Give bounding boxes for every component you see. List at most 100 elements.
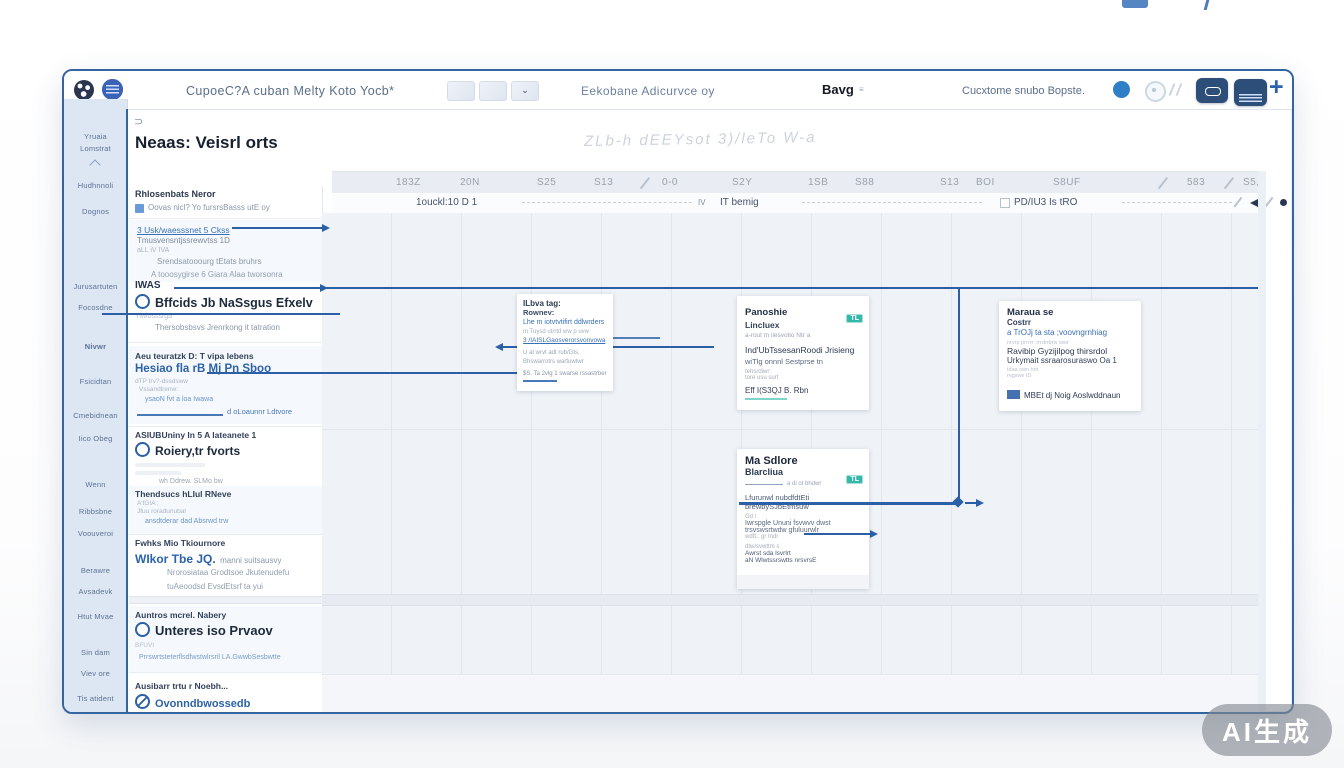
card-footer: MBEt dj Noig Aoslwddnaun — [1024, 391, 1121, 400]
add-button[interactable]: + — [1269, 73, 1284, 102]
chevron-up-icon[interactable] — [89, 159, 100, 170]
sidebar-item[interactable]: Focosdne — [64, 303, 127, 312]
task-meta-line: Vssandlrenw: — [139, 386, 178, 393]
sidebar-item[interactable]: Viev ore — [64, 669, 127, 678]
timeline-phase-label[interactable]: IT bemig — [720, 197, 759, 208]
page: CupoeC?A cuban Melty Koto Yocb* ⌄ Eekoba… — [0, 0, 1344, 768]
task-title[interactable]: Bffcids Jb NaSsgus Efxelv — [155, 296, 313, 310]
sidebar-item[interactable]: Fsicidtan — [64, 377, 127, 386]
top-edge-tab — [1122, 0, 1148, 8]
task-meta-line: tuAeoodsd EvsdEtsrf ta yui — [167, 582, 263, 591]
sidebar-item[interactable]: Wenn — [64, 480, 127, 489]
toggle-off-icon[interactable] — [1145, 81, 1166, 102]
task-meta-link[interactable]: ansdtderar dad Absrwd trw — [145, 518, 228, 525]
task-title-link[interactable]: WIkor Tbe JQ. — [135, 552, 216, 566]
sidebar-item[interactable]: Avsadevk — [64, 587, 127, 596]
toggle-on-icon[interactable] — [1113, 81, 1130, 98]
card-body: Urkymait ssraarosuraswo Oa 1 — [1007, 356, 1133, 365]
canvas-row-separator — [322, 429, 1258, 430]
color-chip — [1007, 390, 1020, 399]
task-status-circle[interactable] — [135, 294, 150, 309]
task-group-label: Thendsucs hLIul RNeve — [135, 489, 231, 499]
sidebar-item[interactable]: Lomstrat — [64, 144, 127, 153]
dependency-arrow — [320, 284, 328, 292]
sidebar-item[interactable]: Iico Obeg — [64, 434, 127, 443]
task-status-circle[interactable] — [135, 442, 150, 457]
card-subtitle: Costrr — [1007, 318, 1133, 327]
divider-slash — [1176, 83, 1183, 96]
placeholder-bar — [135, 463, 205, 467]
task-title-suffix: manni suitsausvy — [220, 556, 281, 565]
sidebar-item[interactable]: Tis atident — [64, 694, 127, 703]
avatar-badge[interactable] — [102, 79, 123, 100]
task-title[interactable]: Unteres iso Prvaov — [155, 623, 273, 638]
sidebar-item[interactable]: Hudhnnoli — [64, 181, 127, 190]
info-button[interactable] — [1234, 79, 1267, 106]
divider-slash — [1169, 83, 1176, 96]
menu-caret-icon: ≡ — [859, 85, 864, 94]
card-meta: rvgswe ID — [1007, 373, 1133, 379]
timeline-milestone-label[interactable]: PD/IU3 Is tRO — [1014, 197, 1077, 208]
panel-separator — [129, 218, 322, 219]
panel-separator — [129, 534, 322, 535]
scrollbar[interactable] — [1258, 171, 1266, 712]
canvas-bottom-strip — [322, 674, 1258, 712]
sidebar-item[interactable]: Dognos — [64, 207, 127, 216]
panel-separator — [129, 342, 322, 343]
timeline-card[interactable]: Ma Sdlore Blarcliua a di ot bhdwr TL Lfu… — [737, 449, 869, 589]
card-link[interactable]: 3 /IAISLGaosverorsvonvowa — [523, 337, 607, 344]
timeline-card[interactable]: Maraua se Costrr a TrOJj ta sta ;voovngr… — [999, 301, 1141, 411]
dependency-arrow — [870, 530, 878, 538]
sidebar-item[interactable]: Yruaia — [64, 132, 127, 141]
customized-reports-label[interactable]: Cucxtome snubo Bopste. — [962, 85, 1085, 97]
task-link[interactable]: 3 Usk/waesssnet 5 Ckss — [137, 225, 230, 235]
canvas-section-band — [322, 594, 1258, 606]
card-body: Iwrspgle Ununi fsvwvv dwst — [745, 520, 861, 527]
task-meta-link[interactable]: ysaoN fvt a loa Iwawa — [145, 396, 213, 403]
task-group-label: Aeu teuratzk D: T vipa lebens — [135, 351, 254, 361]
sidebar-item[interactable]: Cmebidnean — [64, 411, 127, 420]
task-group-label: Rhlosenbats Neror — [135, 189, 216, 199]
menu-dropdown[interactable]: Bavg — [822, 82, 854, 97]
card-link[interactable]: a TrOJj ta sta ;voovngrnhiag — [1007, 328, 1133, 337]
timeline-tick: S13 — [940, 177, 959, 188]
sidebar-item[interactable]: Jurusartuten — [64, 282, 127, 291]
dependency-line — [607, 337, 660, 339]
timeline-range-label[interactable]: 1ouckl:10 D 1 — [416, 197, 477, 208]
sidebar-item[interactable]: Voouveroi — [64, 529, 127, 538]
task-group-label: Auntros mcrel. Nabery — [135, 610, 226, 620]
sidebar-item[interactable]: Htut Mvae — [64, 612, 127, 621]
task-meta-link[interactable]: d oLoaunnr Ldtvore — [227, 407, 292, 416]
sidebar-item[interactable]: Sin dam — [64, 648, 127, 657]
card-meta: Awrst sda lsvrlrt — [745, 550, 861, 557]
card-subtitle: Rownev: — [523, 308, 607, 317]
task-group-label: Fwhks Mio Tkiournore — [135, 538, 225, 548]
sidebar-item[interactable]: Berawre — [64, 566, 127, 575]
card-meta: U at wrvt adt rub/Gts, Bhswarrotrs wartu… — [523, 349, 607, 367]
task-blocked-circle[interactable] — [135, 694, 150, 709]
timeline-card[interactable]: Panoshie Lincluex a-rout m ilesvotio Ntr… — [737, 296, 869, 410]
task-title-link[interactable]: Ovonndbwossedb — [155, 698, 250, 710]
view-chart-button[interactable]: ⌄ — [511, 81, 539, 101]
task-status-circle[interactable] — [135, 622, 150, 637]
card-meta: a-rout m ilesvotio Ntr a — [745, 332, 861, 339]
dependency-arrow — [976, 499, 984, 507]
card-link[interactable]: Lhe m iotvtvtifirt ddlwrders — [523, 319, 607, 326]
sidebar-item[interactable]: Ribbsbne — [64, 507, 127, 516]
card-subtitle: Lincluex — [745, 320, 861, 330]
back-icon[interactable]: ⊃ — [134, 115, 143, 128]
timeline-checkbox[interactable] — [1000, 198, 1010, 208]
link-button[interactable] — [1196, 78, 1228, 103]
task-title[interactable]: Roiery,tr fvorts — [155, 444, 240, 458]
dependency-arrow — [322, 224, 330, 232]
task-meta-link[interactable]: Prrswrtsteterflsdfwstwlrsril LA.GwwbSesb… — [139, 654, 281, 661]
card-footer: Eff I(S3QJ B. Rbn — [745, 386, 861, 395]
sidebar-item-active[interactable]: Nivwr — [64, 342, 127, 351]
app-logo-icon[interactable] — [74, 80, 94, 100]
view-list-button[interactable] — [479, 81, 507, 101]
view-grid-button[interactable] — [447, 81, 475, 101]
timeline-card[interactable]: ILbva tag: Rownev: Lhe m iotvtvtifirt dd… — [517, 294, 613, 391]
panel-separator — [129, 426, 322, 427]
task-meta-line: Nrorosiataa Grodtsoe Jkutenudefu — [167, 568, 289, 577]
card-title: Ma Sdlore — [745, 455, 861, 467]
